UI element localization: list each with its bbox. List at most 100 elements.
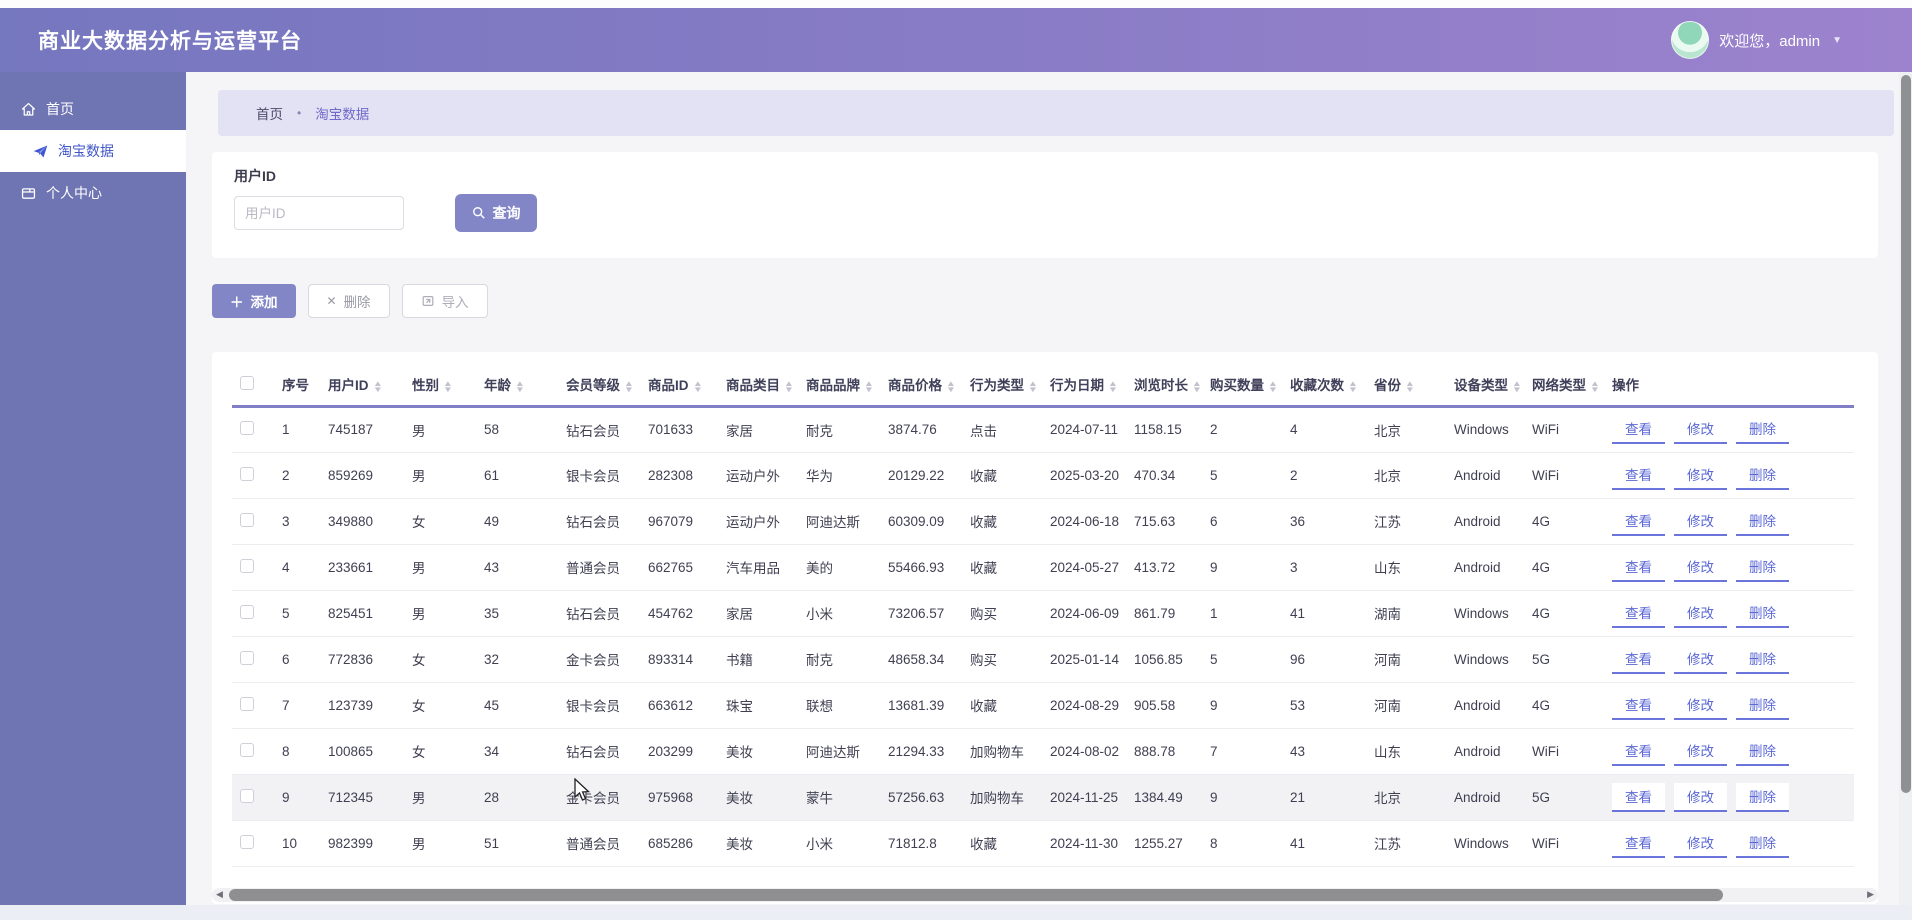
view-link[interactable]: 查看 xyxy=(1612,553,1665,582)
sort-icon[interactable]: ▲ ▼ xyxy=(1348,379,1358,393)
vertical-scrollbar[interactable] xyxy=(1899,72,1912,920)
view-link[interactable]: 查看 xyxy=(1612,691,1665,720)
scroll-left-icon[interactable]: ◀ xyxy=(216,889,223,900)
edit-link[interactable]: 修改 xyxy=(1674,553,1727,582)
user-menu[interactable]: 欢迎您，admin ▼ xyxy=(1671,21,1842,59)
sort-icon[interactable]: ▲ ▼ xyxy=(515,379,525,393)
row-checkbox[interactable] xyxy=(240,604,254,619)
vertical-scroll-thumb[interactable] xyxy=(1900,75,1911,793)
view-link[interactable]: 查看 xyxy=(1612,599,1665,628)
column-header[interactable]: 行为日期 ▲ ▼ xyxy=(1042,364,1126,408)
chevron-down-icon[interactable]: ▼ xyxy=(1832,35,1842,46)
sort-icon[interactable]: ▲ ▼ xyxy=(1192,379,1202,393)
delete-link[interactable]: 删除 xyxy=(1736,507,1789,536)
sort-icon[interactable]: ▲ ▼ xyxy=(1512,379,1522,393)
delete-link[interactable]: 删除 xyxy=(1736,599,1789,628)
sort-icon[interactable]: ▲ ▼ xyxy=(372,379,382,393)
delete-link[interactable]: 删除 xyxy=(1736,461,1789,490)
table-cell: 购买 xyxy=(962,590,1042,637)
sidebar-item-taobao-data[interactable]: 淘宝数据 xyxy=(0,130,186,172)
scroll-right-icon[interactable]: ▶ xyxy=(1867,889,1874,900)
column-header[interactable]: 购买数量 ▲ ▼ xyxy=(1202,364,1282,408)
column-header[interactable]: 设备类型 ▲ ▼ xyxy=(1446,364,1524,408)
view-link[interactable]: 查看 xyxy=(1612,737,1665,766)
column-header[interactable]: 省份 ▲ ▼ xyxy=(1366,364,1446,408)
column-header[interactable]: 收藏次数 ▲ ▼ xyxy=(1282,364,1366,408)
sort-icon[interactable]: ▲ ▼ xyxy=(1405,379,1415,393)
column-header[interactable]: 商品品牌 ▲ ▼ xyxy=(798,364,880,408)
import-button[interactable]: 导入 xyxy=(401,284,488,318)
table-cell: WiFi xyxy=(1524,728,1604,775)
select-all-checkbox[interactable] xyxy=(240,375,254,390)
delete-link[interactable]: 删除 xyxy=(1736,691,1789,720)
column-header[interactable]: 用户ID ▲ ▼ xyxy=(320,364,404,408)
row-checkbox[interactable] xyxy=(240,512,254,527)
column-header[interactable]: 行为类型 ▲ ▼ xyxy=(962,364,1042,408)
delete-link[interactable]: 删除 xyxy=(1736,415,1789,444)
sort-icon[interactable]: ▲ ▼ xyxy=(624,379,634,393)
column-header[interactable]: 商品价格 ▲ ▼ xyxy=(880,364,962,408)
table-cell: 男 xyxy=(404,774,476,821)
view-link[interactable]: 查看 xyxy=(1612,829,1665,858)
delete-link[interactable]: 删除 xyxy=(1736,737,1789,766)
sort-icon[interactable]: ▲ ▼ xyxy=(1268,379,1278,393)
row-checkbox[interactable] xyxy=(240,421,254,435)
row-checkbox[interactable] xyxy=(240,650,254,665)
column-header[interactable]: 年龄 ▲ ▼ xyxy=(476,364,558,408)
row-checkbox[interactable] xyxy=(240,834,254,849)
sort-icon[interactable]: ▲ ▼ xyxy=(1028,379,1038,393)
table-cell: 5G xyxy=(1524,774,1604,821)
row-checkbox[interactable] xyxy=(240,788,254,803)
edit-link[interactable]: 修改 xyxy=(1674,599,1727,628)
column-header[interactable]: 商品ID ▲ ▼ xyxy=(640,364,718,408)
view-link[interactable]: 查看 xyxy=(1612,461,1665,490)
horizontal-scroll-thumb[interactable] xyxy=(229,889,1723,901)
column-header[interactable]: 浏览时长 ▲ ▼ xyxy=(1126,364,1202,408)
sort-icon[interactable]: ▲ ▼ xyxy=(946,379,956,393)
view-link[interactable]: 查看 xyxy=(1612,507,1665,536)
view-link[interactable]: 查看 xyxy=(1612,415,1665,444)
delete-link[interactable]: 删除 xyxy=(1736,829,1789,858)
delete-button[interactable]: ✕ 删除 xyxy=(307,284,390,318)
avatar[interactable] xyxy=(1671,21,1710,59)
column-header[interactable]: 性别 ▲ ▼ xyxy=(404,364,476,408)
edit-link[interactable]: 修改 xyxy=(1674,507,1727,536)
sort-icon[interactable]: ▲ ▼ xyxy=(784,379,794,393)
edit-link[interactable]: 修改 xyxy=(1674,829,1727,858)
row-checkbox[interactable] xyxy=(240,696,254,711)
sort-icon[interactable]: ▲ ▼ xyxy=(1108,379,1118,393)
search-button[interactable]: 查询 xyxy=(455,194,537,232)
edit-link[interactable]: 修改 xyxy=(1674,645,1727,674)
row-checkbox[interactable] xyxy=(240,742,254,757)
table-cell: 4G xyxy=(1524,498,1604,545)
sidebar-item-profile[interactable]: 个人中心 xyxy=(0,172,186,214)
row-checkbox[interactable] xyxy=(240,558,254,573)
edit-link[interactable]: 修改 xyxy=(1674,415,1727,444)
search-input[interactable] xyxy=(234,196,404,230)
column-header[interactable]: 商品类目 ▲ ▼ xyxy=(718,364,798,408)
row-checkbox[interactable] xyxy=(240,466,254,481)
edit-link[interactable]: 修改 xyxy=(1674,737,1727,766)
sidebar-item-home[interactable]: 首页 xyxy=(0,88,186,130)
sort-icon[interactable]: ▲ ▼ xyxy=(1590,379,1600,393)
column-header[interactable]: 网络类型 ▲ ▼ xyxy=(1524,364,1604,408)
table-cell: 小米 xyxy=(798,590,880,637)
horizontal-scrollbar[interactable]: ◀ ▶ xyxy=(212,888,1878,902)
edit-link[interactable]: 修改 xyxy=(1674,461,1727,490)
table-cell: 河南 xyxy=(1366,636,1446,683)
sort-icon[interactable]: ▲ ▼ xyxy=(864,379,874,393)
edit-link[interactable]: 修改 xyxy=(1674,691,1727,720)
table-cell: 35 xyxy=(476,590,558,637)
sort-icon[interactable]: ▲ ▼ xyxy=(692,379,702,393)
table-cell: 21294.33 xyxy=(880,728,962,775)
delete-link[interactable]: 删除 xyxy=(1736,553,1789,582)
delete-link[interactable]: 删除 xyxy=(1736,782,1789,812)
add-button[interactable]: ＋ 添加 xyxy=(212,284,296,318)
edit-link[interactable]: 修改 xyxy=(1674,782,1727,812)
breadcrumb-home-link[interactable]: 首页 xyxy=(256,103,283,123)
view-link[interactable]: 查看 xyxy=(1612,782,1665,812)
sort-icon[interactable]: ▲ ▼ xyxy=(443,379,453,393)
column-header[interactable]: 会员等级 ▲ ▼ xyxy=(558,364,640,408)
view-link[interactable]: 查看 xyxy=(1612,645,1665,674)
delete-link[interactable]: 删除 xyxy=(1736,645,1789,674)
